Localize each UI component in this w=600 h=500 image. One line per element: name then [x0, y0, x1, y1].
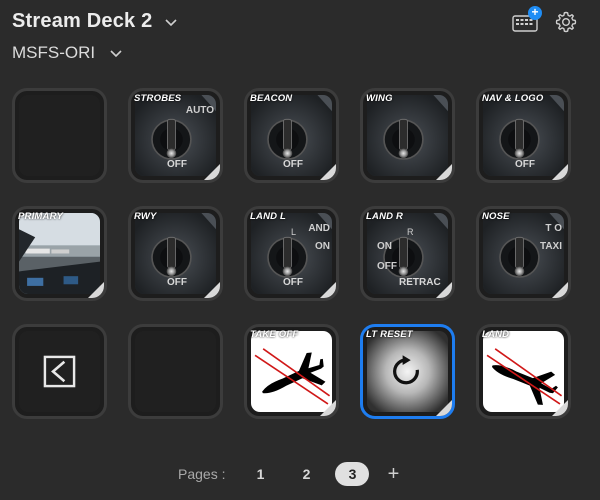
key-label: TAKE OFF [250, 329, 299, 340]
key-corner-marker [552, 400, 568, 416]
switch-mid-label: ON [315, 241, 330, 252]
key-corner-marker [320, 400, 336, 416]
add-page-button[interactable]: + [381, 463, 405, 486]
key-label: NOSE [482, 211, 510, 222]
key-label: LAND L [250, 211, 287, 222]
key-rwy[interactable]: RWY OFF [128, 206, 223, 301]
key-corner-marker [320, 164, 336, 180]
key-label: RWY [134, 211, 157, 222]
header: Stream Deck 2 MSFS-ORI + [12, 6, 588, 70]
key-strobes[interactable]: STROBES OFF AUTO [128, 88, 223, 183]
key-corner-marker [436, 282, 452, 298]
switch-side-label: T O [545, 223, 562, 234]
key-wing[interactable]: WING [360, 88, 455, 183]
device-selector[interactable]: Stream Deck 2 [12, 10, 178, 33]
key-art [135, 331, 216, 412]
chevron-down-icon [165, 18, 178, 26]
key-corner-marker [320, 282, 336, 298]
key-corner-marker [436, 164, 452, 180]
switch-position-label: RETRAC [399, 277, 441, 288]
switch-position-label: OFF [283, 159, 303, 170]
page-3-button[interactable]: 3 [335, 462, 370, 486]
key-label: PRIMARY [18, 211, 64, 222]
key-take-off[interactable]: TAKE OFF [244, 324, 339, 419]
key-corner-marker [436, 400, 452, 416]
key-land[interactable]: LAND [476, 324, 571, 419]
key-label: BEACON [250, 93, 293, 104]
switch-position-label: OFF [167, 159, 187, 170]
switch-side-label: AUTO [185, 105, 214, 116]
gear-icon [555, 11, 577, 33]
key-label: NAV & LOGO [482, 93, 544, 104]
settings-button[interactable] [554, 10, 578, 34]
switch-top-label: L [291, 227, 297, 237]
key-label: LAND [482, 329, 510, 340]
key-corner-marker [552, 164, 568, 180]
key-empty-0[interactable] [12, 88, 107, 183]
switch-position-label: OFF [167, 277, 187, 288]
add-device-button[interactable]: + [512, 6, 542, 33]
key-label: LT RESET [366, 329, 413, 340]
device-title: Stream Deck 2 [12, 10, 153, 32]
key-nose[interactable]: NOSE T O TAXI [476, 206, 571, 301]
switch-side2-label: OFF [377, 261, 397, 272]
key-label: WING [366, 93, 393, 104]
profile-selector[interactable]: MSFS-ORI [12, 43, 123, 63]
key-corner-marker [88, 282, 104, 298]
switch-position-label: OFF [515, 159, 535, 170]
profile-name: MSFS-ORI [12, 43, 96, 62]
key-label: STROBES [134, 93, 182, 104]
key-nav-logo[interactable]: NAV & LOGO OFF [476, 88, 571, 183]
key-label: LAND R [366, 211, 404, 222]
plus-badge: + [528, 6, 542, 20]
pages-bar: Pages : 1 2 3 + [178, 462, 405, 486]
chevron-down-icon [110, 50, 122, 58]
key-lt-reset[interactable]: LT RESET [360, 324, 455, 419]
key-land-l[interactable]: LAND L OFF AND ON L [244, 206, 339, 301]
key-art [19, 331, 100, 412]
key-beacon[interactable]: BEACON OFF [244, 88, 339, 183]
switch-side-label: AND [308, 223, 330, 234]
key-art [19, 95, 100, 176]
page-1-button[interactable]: 1 [243, 462, 277, 486]
key-corner-marker [204, 282, 220, 298]
switch-top-label: R [407, 227, 414, 237]
key-primary[interactable]: PRIMARY [12, 206, 107, 301]
top-toolbar: + [512, 6, 578, 34]
key-corner-marker [204, 164, 220, 180]
key-back-10[interactable] [12, 324, 107, 419]
switch-position-label: OFF [283, 277, 303, 288]
key-empty-11[interactable] [128, 324, 223, 419]
pages-label: Pages : [178, 466, 226, 482]
page-2-button[interactable]: 2 [289, 462, 323, 486]
key-corner-marker [552, 282, 568, 298]
key-grid: STROBES OFF AUTO BEACON OFF WING NAV & LOGO OFF… [12, 88, 572, 422]
key-land-r[interactable]: LAND R RETRAC ON OFF R [360, 206, 455, 301]
switch-mid-label: ON [377, 241, 392, 252]
switch-mid-label: TAXI [539, 241, 562, 252]
